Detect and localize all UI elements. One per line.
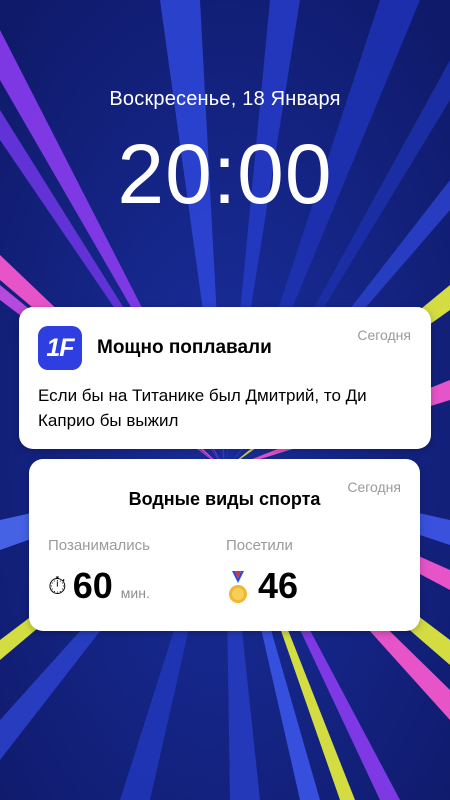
stat-unit-trained: мин.: [120, 585, 150, 601]
lockscreen-date: Воскресенье, 18 Января: [109, 88, 341, 110]
lockscreen-time: 20:00: [117, 127, 333, 221]
sport-widget-card[interactable]: Водные виды спорта Сегодня Позанимались …: [29, 459, 420, 631]
medal-icon: [229, 571, 247, 603]
notification-card[interactable]: 1F Мощно поплавали Сегодня Если бы на Ти…: [19, 307, 431, 449]
app-icon: 1F: [38, 326, 82, 370]
stat-label-visited: Посетили: [226, 537, 293, 554]
stat-trained: ⏱ 60 мин.: [48, 565, 150, 607]
stat-label-trained: Позанимались: [48, 537, 150, 554]
stat-value-visited: 46: [258, 565, 299, 606]
notification-time: Сегодня: [357, 327, 411, 343]
notification-title: Мощно поплавали: [97, 337, 272, 358]
stat-value-trained: 60: [72, 565, 113, 606]
stopwatch-icon: ⏱: [48, 572, 67, 600]
widget-time: Сегодня: [347, 479, 401, 495]
stat-visited: 46: [228, 565, 298, 607]
notification-body: Если бы на Титанике был Дмитрий, то Ди К…: [38, 386, 367, 430]
